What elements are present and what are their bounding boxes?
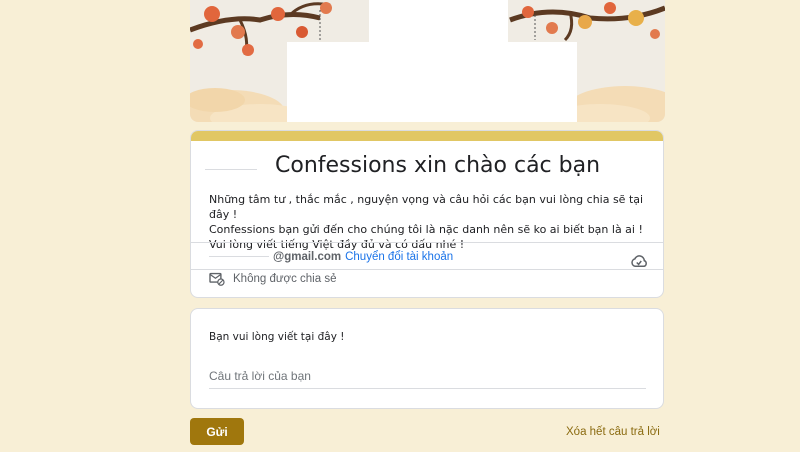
blossom-banner-art bbox=[190, 0, 665, 122]
header-banner bbox=[190, 0, 665, 122]
description-line: Vui lòng viết tiếng Việt đầy đủ và có dấ… bbox=[209, 238, 465, 251]
title-underline bbox=[205, 169, 257, 170]
form-header-card: Confessions xin chào các bạn Những tâm t… bbox=[190, 130, 664, 298]
question-card: Bạn vui lòng viết tại đây ! bbox=[190, 308, 664, 409]
mail-not-shared-icon bbox=[209, 272, 225, 286]
account-row: @gmail.com Chuyển đổi tài khoản bbox=[209, 251, 453, 263]
question-title: Bạn vui lòng viết tại đây ! bbox=[209, 331, 345, 343]
not-shared-row: Không được chia sẻ bbox=[209, 272, 336, 286]
accent-bar bbox=[191, 131, 663, 141]
divider bbox=[191, 269, 663, 270]
switch-account-link[interactable]: Chuyển đổi tài khoản bbox=[345, 251, 453, 263]
not-shared-label: Không được chia sẻ bbox=[233, 273, 337, 285]
clear-form-button[interactable]: Xóa hết câu trả lời bbox=[566, 426, 660, 438]
form-description: Những tâm tư , thắc mắc , nguyện vọng và… bbox=[209, 192, 663, 252]
cloud-icon[interactable] bbox=[630, 254, 648, 273]
divider bbox=[191, 242, 663, 243]
account-email: @gmail.com bbox=[273, 251, 342, 263]
answer-input[interactable] bbox=[209, 367, 646, 389]
email-redacted bbox=[209, 256, 269, 258]
description-line: Những tâm tư , thắc mắc , nguyện vọng và… bbox=[209, 193, 644, 221]
form-title: Confessions xin chào các bạn bbox=[275, 153, 601, 178]
description-line: Confessions bạn gửi đến cho chúng tôi là… bbox=[209, 223, 643, 236]
submit-button[interactable]: Gửi bbox=[190, 418, 244, 445]
